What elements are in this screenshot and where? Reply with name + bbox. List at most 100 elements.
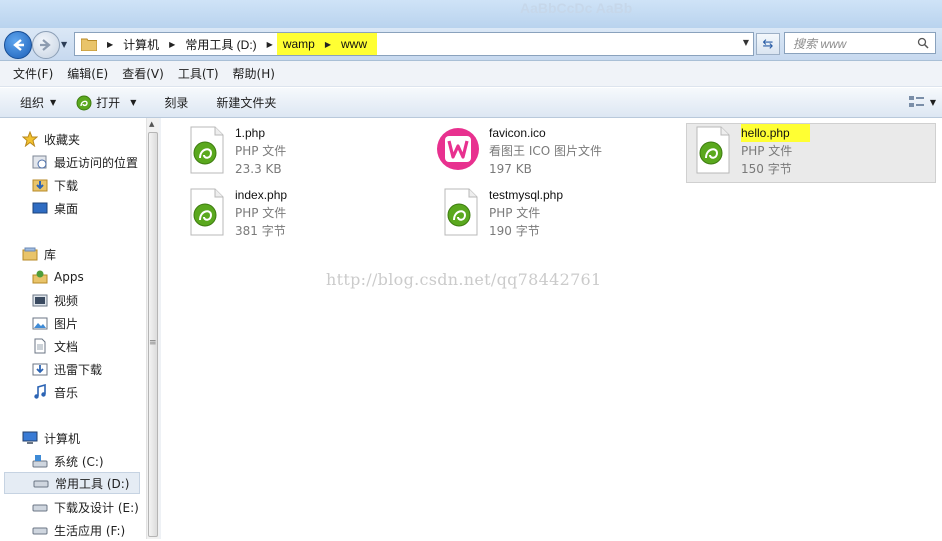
drive-icon	[33, 475, 49, 491]
sidebar-item-recent[interactable]: 最近访问的位置	[32, 151, 138, 173]
sidebar-item-label: 图片	[54, 316, 79, 331]
search-icon	[917, 37, 929, 49]
sidebar-item-label: 下载及设计 (E:)	[54, 500, 139, 515]
sidebar-item-drive-d[interactable]: 常用工具 (D:)	[4, 472, 140, 494]
file-type: PHP 文件	[235, 144, 287, 158]
menu-edit[interactable]: 编辑(E)	[67, 65, 108, 82]
sidebar-favorites[interactable]: 收藏夹	[22, 128, 80, 150]
file-item-testmysql-php[interactable]: testmysql.php PHP 文件 190 字节	[441, 186, 671, 244]
sidebar-item-downloads[interactable]: 下载	[32, 174, 78, 196]
search-input[interactable]: 搜索 www	[784, 32, 936, 54]
open-with-icon	[76, 95, 92, 110]
file-size: 381 字节	[235, 224, 286, 238]
sidebar-item-label: 音乐	[54, 385, 79, 400]
file-name: testmysql.php	[489, 188, 564, 202]
drive-icon	[32, 499, 48, 515]
chevron-right-icon[interactable]: ▶	[165, 40, 179, 49]
chevron-down-icon: ▼	[130, 98, 137, 107]
menu-bar: 文件(F) 编辑(E) 查看(V) 工具(T) 帮助(H)	[0, 61, 942, 87]
sidebar-item-label: 视频	[54, 293, 79, 308]
change-view-button[interactable]: ▼	[908, 94, 936, 110]
sidebar-item-label: 桌面	[54, 201, 79, 216]
forward-button[interactable]	[32, 31, 60, 59]
scroll-up-icon[interactable]: ▲	[149, 120, 154, 128]
menu-view[interactable]: 查看(V)	[122, 65, 164, 82]
folder-icon	[81, 38, 97, 51]
open-button[interactable]: 打开 ▼	[66, 88, 146, 118]
php-file-icon	[444, 188, 478, 236]
chevron-right-icon[interactable]: ▶	[320, 33, 335, 55]
drive-icon	[32, 522, 48, 538]
scrollbar-thumb[interactable]	[148, 132, 158, 537]
sidebar-item-label: 系统 (C:)	[54, 454, 104, 469]
download-folder-icon	[32, 177, 48, 193]
sidebar-computer[interactable]: 计算机	[22, 427, 80, 449]
sidebar-item-label: 下载	[54, 178, 79, 193]
file-item-hello-php[interactable]: hello.php PHP 文件 150 字节	[686, 123, 936, 183]
menu-tools[interactable]: 工具(T)	[178, 65, 219, 82]
breadcrumb-drive-d[interactable]: 常用工具 (D:)	[179, 33, 262, 55]
arrow-left-icon	[13, 39, 24, 51]
sidebar-item-pictures[interactable]: 图片	[32, 312, 78, 334]
file-name: favicon.ico	[489, 126, 546, 140]
watermark-text: http://blog.csdn.net/qq78442761	[326, 270, 602, 289]
system-drive-icon	[32, 453, 48, 469]
file-item-favicon[interactable]: favicon.ico 看图王 ICO 图片文件 197 KB	[435, 124, 665, 182]
download-library-icon	[32, 361, 48, 377]
sidebar-item-documents[interactable]: 文档	[32, 335, 78, 357]
sidebar-item-drive-e[interactable]: 下载及设计 (E:)	[32, 496, 139, 518]
navigation-bar: ▼ ▶ 计算机 ▶ 常用工具 (D:) ▶ wamp ▶ www ▼ ⇆ 搜索 …	[0, 28, 942, 61]
file-type: PHP 文件	[489, 206, 541, 220]
php-file-icon	[696, 126, 730, 174]
refresh-button[interactable]: ⇆	[756, 33, 780, 55]
sidebar-libraries-label: 库	[44, 247, 57, 262]
chevron-down-icon: ▼	[929, 97, 936, 107]
file-name: 1.php	[235, 126, 266, 140]
file-item-index-php[interactable]: index.php PHP 文件 381 字节	[187, 186, 417, 244]
file-name: index.php	[235, 188, 288, 202]
file-item-1-php[interactable]: 1.php PHP 文件 23.3 KB	[187, 124, 417, 182]
video-icon	[32, 292, 48, 308]
apps-library-icon	[32, 269, 48, 285]
view-options-icon	[908, 96, 924, 107]
library-icon	[22, 246, 38, 262]
grip-icon: ≡	[149, 338, 157, 348]
sidebar-item-videos[interactable]: 视频	[32, 289, 78, 311]
address-bar[interactable]: ▶ 计算机 ▶ 常用工具 (D:) ▶ wamp ▶ www ▼	[74, 32, 754, 56]
history-dropdown-icon[interactable]: ▼	[61, 40, 67, 49]
burn-button[interactable]: 刻录	[146, 88, 198, 118]
sidebar-item-drive-f[interactable]: 生活应用 (F:)	[32, 519, 125, 541]
file-size: 190 字节	[489, 224, 540, 238]
document-icon	[32, 338, 48, 354]
sidebar-libraries[interactable]: 库	[22, 243, 56, 265]
file-size: 150 字节	[741, 162, 792, 176]
refresh-icon: ⇆	[762, 36, 774, 52]
breadcrumb-computer[interactable]: 计算机	[117, 33, 165, 55]
sidebar-item-music[interactable]: 音乐	[32, 381, 78, 403]
sidebar-item-label: 常用工具 (D:)	[55, 476, 130, 491]
burn-label: 刻录	[164, 96, 189, 110]
menu-help[interactable]: 帮助(H)	[233, 65, 275, 82]
window-title-strip: AaBbCcDc AaBb	[0, 0, 942, 28]
organize-button[interactable]: 组织 ▼	[0, 88, 66, 118]
sidebar-item-label: 最近访问的位置	[54, 155, 139, 170]
sidebar-item-desktop[interactable]: 桌面	[32, 197, 78, 219]
sidebar-item-drive-c[interactable]: 系统 (C:)	[32, 450, 104, 472]
menu-file[interactable]: 文件(F)	[13, 65, 53, 82]
back-button[interactable]	[4, 31, 32, 59]
sidebar-item-thunder-downloads[interactable]: 迅雷下载	[32, 358, 102, 380]
file-type: PHP 文件	[235, 206, 287, 220]
breadcrumb-www[interactable]: www	[334, 33, 377, 55]
sidebar-favorites-label: 收藏夹	[44, 132, 81, 147]
new-folder-button[interactable]: 新建文件夹	[198, 88, 286, 118]
sidebar-item-apps[interactable]: Apps	[32, 266, 84, 288]
file-size: 197 KB	[489, 162, 532, 176]
file-type: 看图王 ICO 图片文件	[489, 144, 602, 158]
desktop-icon	[32, 200, 48, 216]
address-dropdown-icon[interactable]: ▼	[743, 38, 749, 47]
computer-icon	[22, 430, 38, 446]
sidebar-scrollbar[interactable]: ▲ ≡	[146, 118, 160, 539]
chevron-right-icon[interactable]: ▶	[263, 40, 277, 49]
chevron-right-icon[interactable]: ▶	[103, 40, 117, 49]
breadcrumb-wamp[interactable]: wamp	[276, 33, 321, 55]
